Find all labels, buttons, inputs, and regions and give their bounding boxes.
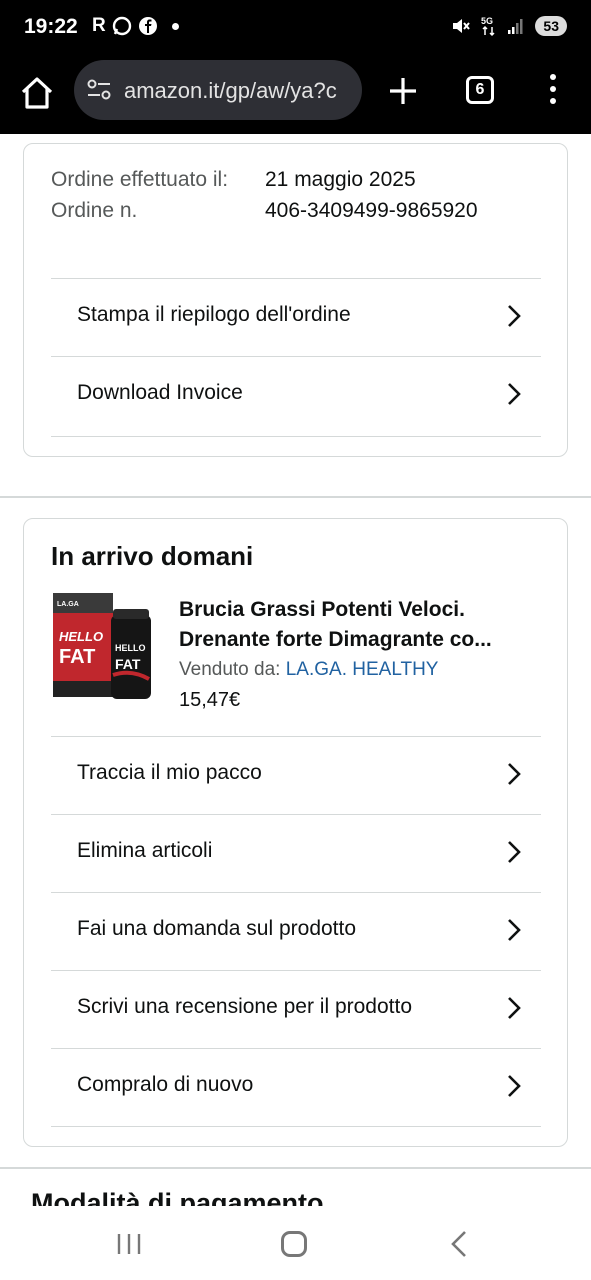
svg-text:FAT: FAT bbox=[59, 646, 95, 668]
delivery-status-title: In arrivo domani bbox=[51, 541, 254, 571]
seller-link[interactable]: LA.GA. HEALTHY bbox=[286, 659, 439, 680]
sold-by: Venduto da: LA.GA. HEALTHY bbox=[179, 659, 438, 681]
tab-switcher-button[interactable]: 6 bbox=[466, 76, 494, 104]
whatsapp-icon bbox=[112, 16, 131, 36]
product-price: 15,47€ bbox=[179, 689, 241, 711]
row-label: Compralo di nuovo bbox=[77, 1073, 254, 1096]
recent-apps-icon[interactable] bbox=[116, 1232, 142, 1256]
status-bar: 19:22 R 5G 53 bbox=[0, 0, 591, 56]
buy-again-row[interactable]: Compralo di nuovo bbox=[51, 1048, 541, 1126]
chevron-right-icon bbox=[508, 841, 521, 863]
ask-question-row[interactable]: Fai una domanda sul prodotto bbox=[51, 892, 541, 970]
home-icon[interactable] bbox=[18, 74, 56, 112]
r-app-icon: R bbox=[92, 15, 106, 36]
notification-icons: R bbox=[92, 15, 179, 37]
system-nav-bar bbox=[0, 1206, 591, 1280]
payment-method-heading: Modalità di pagamento bbox=[31, 1188, 324, 1206]
section-divider bbox=[0, 496, 591, 498]
facebook-icon bbox=[138, 17, 157, 35]
row-label: Scrivi una recensione per il prodotto bbox=[77, 995, 413, 1018]
network-5g-icon: 5G bbox=[481, 16, 495, 37]
chevron-right-icon bbox=[508, 763, 521, 785]
new-tab-icon[interactable] bbox=[386, 74, 420, 108]
url-text[interactable]: amazon.it/gp/aw/ya?c bbox=[124, 78, 356, 104]
battery-level: 53 bbox=[535, 16, 567, 36]
back-icon[interactable] bbox=[450, 1230, 468, 1258]
row-label: Elimina articoli bbox=[77, 839, 213, 862]
row-divider bbox=[51, 1126, 541, 1127]
shipment-card: In arrivo domani LA.GA HELLO FAT HELLO F… bbox=[23, 518, 568, 1147]
status-time: 19:22 bbox=[24, 15, 78, 38]
chevron-right-icon bbox=[508, 1075, 521, 1097]
order-number-label: Ordine n. bbox=[51, 199, 138, 222]
order-number-value: 406-3409499-9865920 bbox=[265, 199, 478, 222]
browser-menu-icon[interactable] bbox=[548, 74, 558, 108]
signal-icon bbox=[508, 19, 523, 34]
svg-text:5G: 5G bbox=[481, 16, 493, 26]
product-image[interactable]: LA.GA HELLO FAT HELLO FAT bbox=[51, 591, 155, 701]
mute-icon bbox=[453, 19, 471, 33]
browser-toolbar: amazon.it/gp/aw/ya?c 6 bbox=[0, 56, 591, 134]
row-label: Download Invoice bbox=[77, 381, 243, 404]
remove-items-row[interactable]: Elimina articoli bbox=[51, 814, 541, 892]
row-divider bbox=[51, 436, 541, 437]
row-label: Traccia il mio pacco bbox=[77, 761, 262, 784]
chevron-right-icon bbox=[508, 305, 521, 327]
svg-text:HELLO: HELLO bbox=[115, 643, 146, 653]
site-settings-icon[interactable] bbox=[86, 78, 112, 102]
svg-text:FAT: FAT bbox=[115, 656, 141, 672]
row-label: Stampa il riepilogo dell'ordine bbox=[77, 303, 351, 326]
track-package-row[interactable]: Traccia il mio pacco bbox=[51, 736, 541, 814]
order-date-value: 21 maggio 2025 bbox=[265, 168, 416, 191]
section-divider bbox=[0, 1167, 591, 1169]
address-bar[interactable]: amazon.it/gp/aw/ya?c bbox=[74, 60, 362, 120]
chevron-right-icon bbox=[508, 997, 521, 1019]
print-order-summary-row[interactable]: Stampa il riepilogo dell'ordine bbox=[51, 278, 541, 356]
chevron-right-icon bbox=[508, 383, 521, 405]
write-review-row[interactable]: Scrivi una recensione per il prodotto bbox=[51, 970, 541, 1048]
home-nav-icon[interactable] bbox=[281, 1231, 307, 1257]
order-date-label: Ordine effettuato il: bbox=[51, 168, 229, 191]
row-label: Fai una domanda sul prodotto bbox=[77, 917, 357, 940]
svg-text:HELLO: HELLO bbox=[59, 629, 103, 644]
system-icons: 5G 53 bbox=[451, 15, 567, 37]
order-details-card: Ordine effettuato il: Ordine n. 21 maggi… bbox=[23, 143, 568, 457]
sold-by-label: Venduto da: bbox=[179, 659, 286, 680]
chevron-right-icon bbox=[508, 919, 521, 941]
product-title-line1[interactable]: Brucia Grassi Potenti Veloci. bbox=[179, 595, 539, 625]
download-invoice-row[interactable]: Download Invoice bbox=[51, 356, 541, 434]
more-notifications-dot bbox=[171, 22, 179, 30]
page-content: Ordine effettuato il: Ordine n. 21 maggi… bbox=[0, 134, 591, 1206]
product-title-line2[interactable]: Drenante forte Dimagrante co... bbox=[179, 625, 539, 655]
svg-text:LA.GA: LA.GA bbox=[57, 601, 79, 608]
